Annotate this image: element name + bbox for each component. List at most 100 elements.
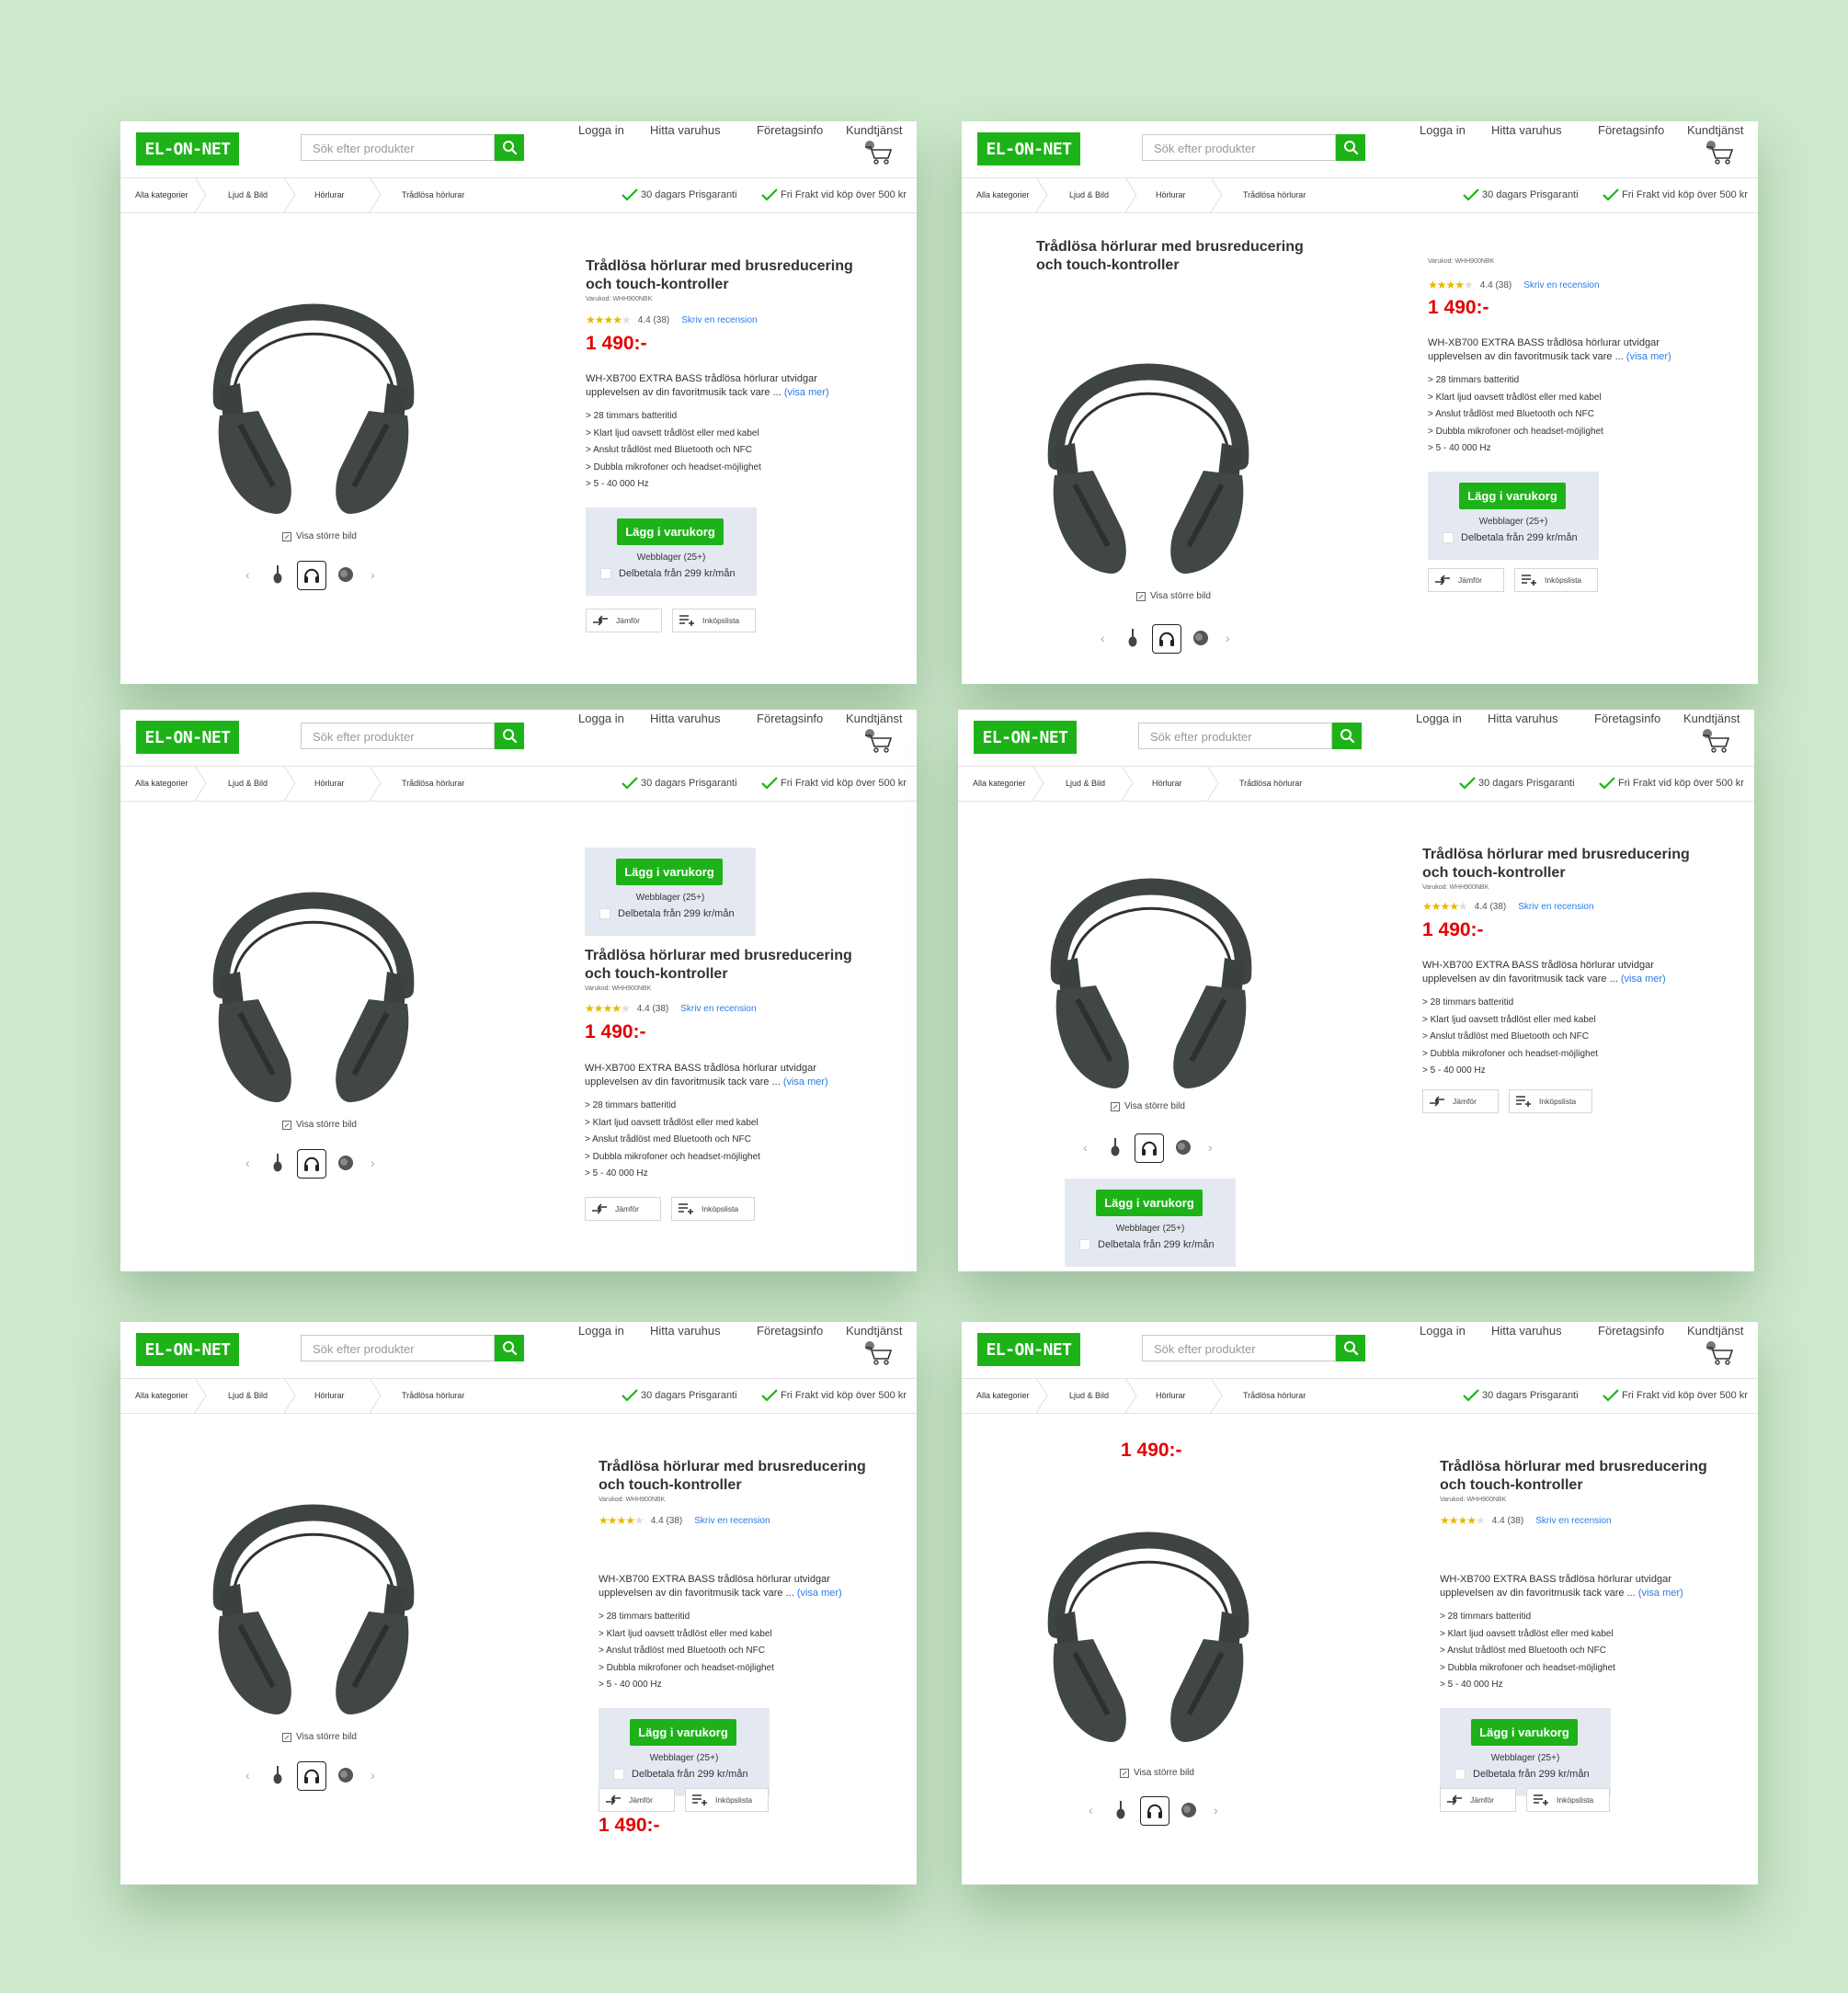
show-more-link[interactable]: (visa mer)	[783, 1076, 828, 1088]
breadcrumb-audio-video[interactable]: Ljud & Bild	[1066, 779, 1105, 788]
breadcrumb-all-categories[interactable]: Alla kategorier	[135, 779, 188, 788]
nav-find-store[interactable]: Hitta varuhus	[1491, 1324, 1562, 1338]
product-image[interactable]	[1020, 305, 1277, 581]
cart-icon[interactable]	[1705, 140, 1734, 165]
chevron-left-icon[interactable]: ‹	[1089, 1803, 1093, 1817]
compare-button[interactable]: Jämför	[1428, 568, 1504, 592]
installment-option[interactable]: Delbetala från 299 kr/mån	[1454, 1769, 1590, 1780]
nav-login[interactable]: Logga in	[578, 1324, 624, 1338]
cart-icon[interactable]	[1701, 728, 1730, 754]
search-input[interactable]: Sök efter produkter	[301, 1335, 495, 1361]
thumbnail-front[interactable]	[1140, 1796, 1169, 1826]
shopping-list-button[interactable]: Inköpslista	[1509, 1089, 1592, 1113]
installment-checkbox[interactable]	[1079, 1239, 1090, 1250]
breadcrumb-headphones[interactable]: Hörlurar	[314, 779, 345, 788]
thumbnail-folded[interactable]	[332, 1149, 359, 1177]
nav-find-store[interactable]: Hitta varuhus	[1491, 123, 1562, 137]
thumbnail-folded[interactable]	[332, 561, 359, 588]
installment-checkbox[interactable]	[613, 1769, 624, 1780]
cart-icon[interactable]	[1705, 1340, 1734, 1366]
nav-company-info[interactable]: Företagsinfo	[1594, 712, 1660, 725]
breadcrumb-headphones[interactable]: Hörlurar	[314, 190, 345, 199]
compare-button[interactable]: Jämför	[585, 1197, 661, 1221]
add-to-cart-button[interactable]: Lägg i varukorg	[630, 1719, 736, 1746]
nav-customer-service[interactable]: Kundtjänst	[1683, 712, 1740, 725]
view-larger-image[interactable]: Visa större bild	[282, 1120, 357, 1130]
view-larger-image[interactable]: Visa större bild	[1136, 591, 1211, 601]
nav-find-store[interactable]: Hitta varuhus	[650, 1324, 721, 1338]
thumbnail-front[interactable]	[297, 1149, 326, 1179]
thumbnail-front[interactable]	[297, 1761, 326, 1791]
installment-checkbox[interactable]	[600, 568, 611, 579]
shopping-list-button[interactable]: Inköpslista	[685, 1788, 769, 1812]
write-review-link[interactable]: Skriv en recension	[1535, 1516, 1611, 1526]
shopping-list-button[interactable]: Inköpslista	[671, 1197, 755, 1221]
nav-company-info[interactable]: Företagsinfo	[757, 712, 823, 725]
chevron-left-icon[interactable]: ‹	[245, 1156, 250, 1170]
breadcrumb-all-categories[interactable]: Alla kategorier	[135, 1391, 188, 1400]
site-logo[interactable]: EL-ON-NET	[136, 132, 239, 165]
product-image[interactable]	[1022, 820, 1280, 1096]
thumbnail-side[interactable]	[1119, 624, 1146, 652]
write-review-link[interactable]: Skriv en recension	[1518, 902, 1593, 912]
installment-option[interactable]: Delbetala från 299 kr/mån	[1443, 532, 1578, 543]
breadcrumb-audio-video[interactable]: Ljud & Bild	[228, 1391, 268, 1400]
chevron-right-icon[interactable]: ›	[371, 567, 375, 582]
chevron-right-icon[interactable]: ›	[1214, 1803, 1218, 1817]
cart-icon[interactable]	[863, 728, 893, 754]
shopping-list-button[interactable]: Inköpslista	[672, 609, 756, 632]
nav-login[interactable]: Logga in	[1420, 123, 1466, 137]
nav-customer-service[interactable]: Kundtjänst	[846, 712, 902, 725]
site-logo[interactable]: EL-ON-NET	[974, 721, 1077, 754]
show-more-link[interactable]: (visa mer)	[1626, 351, 1671, 362]
cart-icon[interactable]	[863, 1340, 893, 1366]
compare-button[interactable]: Jämför	[586, 609, 662, 632]
nav-customer-service[interactable]: Kundtjänst	[1687, 123, 1743, 137]
installment-checkbox[interactable]	[1454, 1769, 1466, 1780]
product-image[interactable]	[185, 1446, 442, 1722]
add-to-cart-button[interactable]: Lägg i varukorg	[1459, 483, 1566, 509]
thumbnail-side[interactable]	[264, 1149, 291, 1177]
nav-customer-service[interactable]: Kundtjänst	[1687, 1324, 1743, 1338]
product-image[interactable]	[1020, 1474, 1277, 1749]
nav-customer-service[interactable]: Kundtjänst	[846, 1324, 902, 1338]
search-button[interactable]	[1336, 134, 1365, 161]
search-button[interactable]	[1332, 723, 1362, 749]
nav-company-info[interactable]: Företagsinfo	[1598, 1324, 1664, 1338]
add-to-cart-button[interactable]: Lägg i varukorg	[1096, 1190, 1203, 1216]
chevron-right-icon[interactable]: ›	[1226, 631, 1230, 645]
nav-company-info[interactable]: Företagsinfo	[757, 123, 823, 137]
installment-option[interactable]: Delbetala från 299 kr/mån	[1079, 1239, 1215, 1250]
compare-button[interactable]: Jämför	[599, 1788, 675, 1812]
add-to-cart-button[interactable]: Lägg i varukorg	[617, 518, 724, 545]
installment-checkbox[interactable]	[599, 908, 610, 919]
search-input[interactable]: Sök efter produkter	[1142, 1335, 1336, 1361]
thumbnail-side[interactable]	[264, 561, 291, 588]
site-logo[interactable]: EL-ON-NET	[136, 1333, 239, 1366]
breadcrumb-audio-video[interactable]: Ljud & Bild	[228, 190, 268, 199]
nav-find-store[interactable]: Hitta varuhus	[650, 123, 721, 137]
thumbnail-folded[interactable]	[1187, 624, 1215, 652]
thumbnail-front[interactable]	[1152, 624, 1181, 654]
chevron-right-icon[interactable]: ›	[1208, 1140, 1213, 1155]
site-logo[interactable]: EL-ON-NET	[977, 1333, 1080, 1366]
write-review-link[interactable]: Skriv en recension	[680, 1004, 756, 1014]
add-to-cart-button[interactable]: Lägg i varukorg	[616, 859, 723, 885]
show-more-link[interactable]: (visa mer)	[797, 1588, 842, 1599]
show-more-link[interactable]: (visa mer)	[784, 387, 829, 398]
chevron-right-icon[interactable]: ›	[371, 1156, 375, 1170]
product-image[interactable]	[185, 834, 442, 1110]
chevron-left-icon[interactable]: ‹	[1101, 631, 1105, 645]
nav-company-info[interactable]: Företagsinfo	[1598, 123, 1664, 137]
installment-checkbox[interactable]	[1443, 532, 1454, 543]
breadcrumb-headphones[interactable]: Hörlurar	[1156, 190, 1186, 199]
shopping-list-button[interactable]: Inköpslista	[1526, 1788, 1610, 1812]
breadcrumb-headphones[interactable]: Hörlurar	[314, 1391, 345, 1400]
search-button[interactable]	[495, 134, 524, 161]
thumbnail-front[interactable]	[297, 561, 326, 590]
show-more-link[interactable]: (visa mer)	[1621, 974, 1666, 985]
add-to-cart-button[interactable]: Lägg i varukorg	[1471, 1719, 1578, 1746]
thumbnail-folded[interactable]	[332, 1761, 359, 1789]
site-logo[interactable]: EL-ON-NET	[977, 132, 1080, 165]
breadcrumb-all-categories[interactable]: Alla kategorier	[973, 779, 1026, 788]
